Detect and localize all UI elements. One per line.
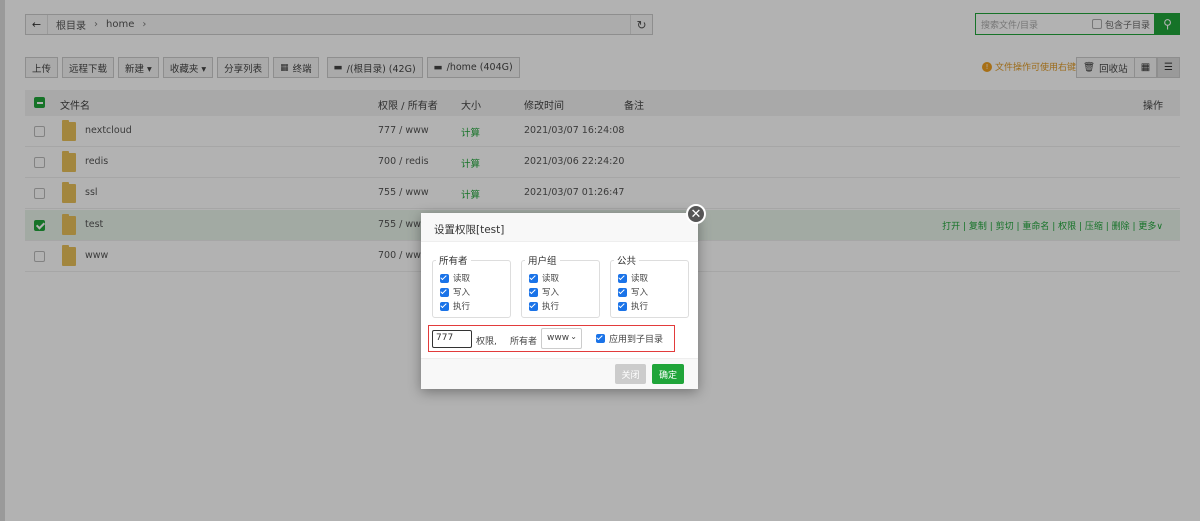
permission-dialog: 设置权限[test] 所有者 读取 写入 执行 用户组 读取 写入 执行 公共 … — [421, 213, 698, 389]
public-permission-group: 公共 读取 写入 执行 — [610, 253, 689, 318]
checkbox-checked-icon[interactable] — [596, 334, 605, 343]
checkbox-label: 读取 — [453, 274, 471, 284]
checkbox-label: 写入 — [453, 288, 471, 298]
chevron-down-icon: ⌄ — [570, 332, 577, 341]
dialog-title: 设置权限[test] — [421, 213, 698, 242]
apply-subdir-label: 应用到子目录 — [609, 335, 664, 345]
permission-label: 权限, — [476, 337, 497, 347]
group-title: 用户组 — [525, 253, 560, 267]
checkbox-label: 执行 — [542, 302, 560, 312]
group-title: 公共 — [614, 253, 640, 267]
public-read-checkbox[interactable]: 读取 — [618, 272, 648, 284]
owner-exec-checkbox[interactable]: 执行 — [440, 300, 470, 312]
owner-read-checkbox[interactable]: 读取 — [440, 272, 470, 284]
checkbox-checked-icon[interactable] — [440, 273, 449, 283]
checkbox-checked-icon[interactable] — [529, 273, 538, 283]
checkbox-checked-icon[interactable] — [529, 287, 538, 297]
confirm-button[interactable]: 确定 — [652, 364, 684, 384]
checkbox-checked-icon[interactable] — [440, 301, 449, 311]
checkbox-label: 执行 — [631, 302, 649, 312]
public-exec-checkbox[interactable]: 执行 — [618, 300, 648, 312]
permission-value-input[interactable]: 777 — [432, 330, 472, 348]
checkbox-label: 写入 — [631, 288, 649, 298]
owner-label: 所有者 — [510, 337, 538, 347]
checkbox-checked-icon[interactable] — [618, 287, 627, 297]
group-permission-group: 用户组 读取 写入 执行 — [521, 253, 600, 318]
checkbox-checked-icon[interactable] — [440, 287, 449, 297]
checkbox-label: 读取 — [542, 274, 560, 284]
group-read-checkbox[interactable]: 读取 — [529, 272, 559, 284]
close-icon[interactable]: ✕ — [686, 204, 706, 224]
group-exec-checkbox[interactable]: 执行 — [529, 300, 559, 312]
dialog-footer: 关闭 确定 — [421, 358, 698, 389]
owner-write-checkbox[interactable]: 写入 — [440, 286, 470, 298]
checkbox-label: 写入 — [542, 288, 560, 298]
apply-subdir-checkbox[interactable]: 应用到子目录 — [596, 332, 663, 345]
owner-select-value: www — [547, 333, 570, 343]
group-title: 所有者 — [436, 253, 471, 267]
owner-select[interactable]: www ⌄ — [541, 328, 582, 349]
checkbox-checked-icon[interactable] — [618, 273, 627, 283]
checkbox-label: 执行 — [453, 302, 471, 312]
checkbox-checked-icon[interactable] — [618, 301, 627, 311]
checkbox-label: 读取 — [631, 274, 649, 284]
checkbox-checked-icon[interactable] — [529, 301, 538, 311]
group-write-checkbox[interactable]: 写入 — [529, 286, 559, 298]
public-write-checkbox[interactable]: 写入 — [618, 286, 648, 298]
close-button[interactable]: 关闭 — [615, 364, 646, 384]
owner-permission-group: 所有者 读取 写入 执行 — [432, 253, 511, 318]
